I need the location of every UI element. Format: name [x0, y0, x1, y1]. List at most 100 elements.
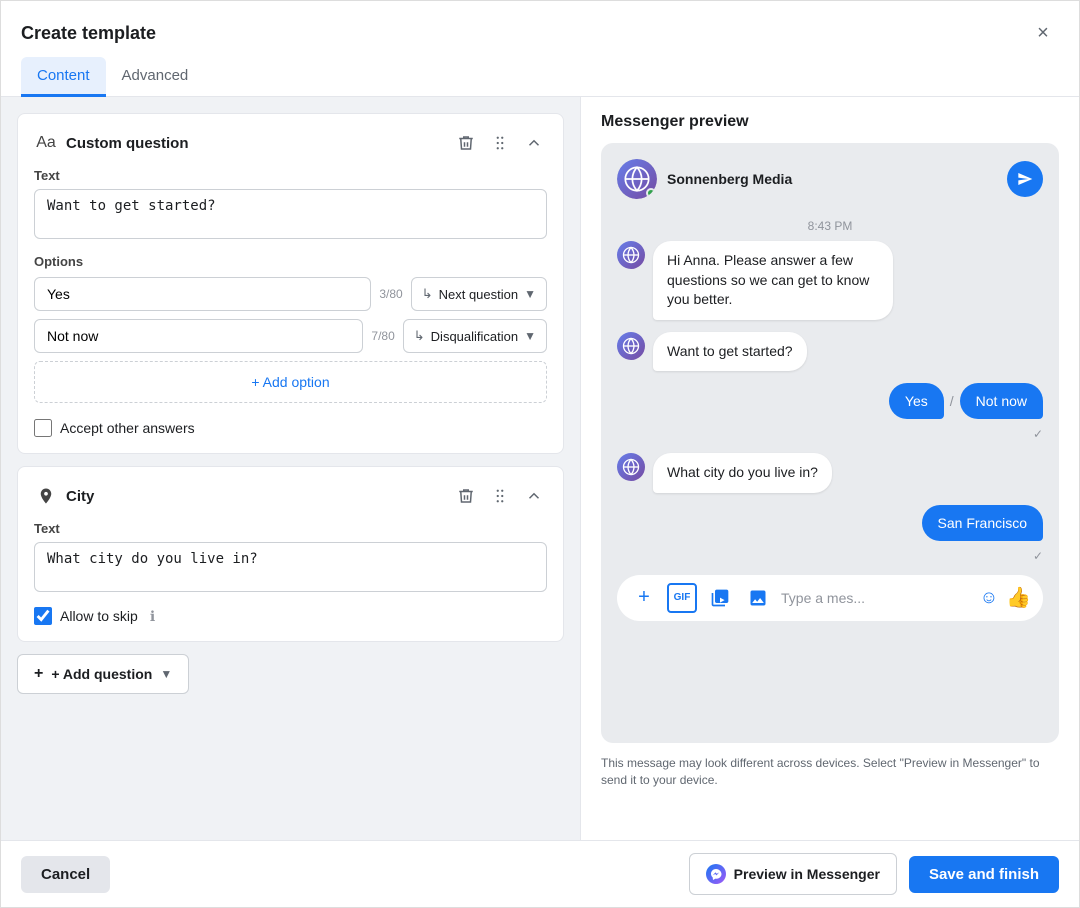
close-button[interactable]: × — [1027, 17, 1059, 49]
tab-advanced[interactable]: Advanced — [106, 57, 205, 97]
yes-bubble[interactable]: Yes — [889, 383, 944, 419]
trash-icon-city — [457, 487, 475, 505]
photo-icon — [748, 588, 768, 608]
allow-skip-checkbox[interactable] — [34, 607, 52, 625]
drag-city-question-button[interactable] — [487, 483, 513, 509]
right-panel: Messenger preview Sonnenberg Media — [581, 97, 1079, 840]
city-question-text-input[interactable] — [34, 542, 547, 592]
reply-options-group: Yes / Not now ✓ — [617, 383, 1043, 441]
char-count-yes: 3/80 — [379, 287, 402, 301]
delivered-icon-2: ✓ — [1033, 549, 1043, 563]
option-action-label-not-now: Disqualification — [431, 329, 518, 344]
accept-other-label: Accept other answers — [60, 420, 195, 436]
custom-question-card: Aa Custom question Text — [17, 113, 564, 454]
delivered-icon: ✓ — [1033, 427, 1043, 441]
preview-messenger-button[interactable]: Preview in Messenger — [689, 853, 897, 895]
messenger-container: Sonnenberg Media 8:43 PM Hi Anna. Please… — [601, 143, 1059, 743]
greeting-bubble: Hi Anna. Please answer a few questions s… — [653, 241, 893, 320]
allow-skip-row: Allow to skip ℹ — [34, 607, 547, 625]
plus-icon: + — [34, 665, 43, 683]
info-icon: ℹ — [150, 608, 155, 625]
san-francisco-bubble[interactable]: San Francisco — [922, 505, 1043, 541]
chevron-up-icon — [525, 134, 543, 152]
dropdown-arrow-add: ▼ — [160, 667, 172, 681]
modal-title: Create template — [21, 23, 156, 44]
option-action-yes[interactable]: ↳ Next question ▼ — [411, 277, 547, 311]
chevron-up-icon-city — [525, 487, 543, 505]
add-question-label: + Add question — [51, 666, 152, 682]
messenger-input-bar: + GIF Type a mes... ☺ 👍 — [617, 575, 1043, 621]
yes-not-now-row: Yes / Not now — [889, 383, 1043, 419]
city-text-field-label: Text — [34, 521, 547, 536]
dropdown-arrow-yes: ▼ — [524, 287, 536, 301]
send-icon — [1017, 171, 1033, 187]
custom-question-header: Aa Custom question — [34, 130, 547, 156]
save-finish-button[interactable]: Save and finish — [909, 856, 1059, 893]
add-question-button[interactable]: + + Add question ▼ — [17, 654, 189, 694]
globe-icon-sm3 — [622, 458, 640, 476]
page-name: Sonnenberg Media — [667, 171, 792, 187]
modal-footer: Cancel Preview in Messenger Save and fin… — [1, 840, 1079, 907]
allow-skip-label: Allow to skip — [60, 608, 138, 624]
online-indicator — [646, 188, 656, 198]
type-input-placeholder[interactable]: Type a mes... — [781, 590, 972, 606]
gif-button[interactable]: GIF — [667, 583, 697, 613]
collapse-city-question-button[interactable] — [521, 483, 547, 509]
messenger-header: Sonnenberg Media — [617, 159, 1043, 207]
question-text-input[interactable] — [34, 189, 547, 239]
left-panel: Aa Custom question Text — [1, 97, 581, 840]
accept-other-checkbox[interactable] — [34, 419, 52, 437]
san-francisco-group: San Francisco ✓ — [617, 505, 1043, 563]
option-action-not-now[interactable]: ↳ Disqualification ▼ — [403, 319, 547, 353]
preview-messenger-label: Preview in Messenger — [734, 866, 880, 882]
accept-other-row: Accept other answers — [34, 419, 547, 437]
content-area: Aa Custom question Text — [1, 97, 1079, 840]
footer-right: Preview in Messenger Save and finish — [689, 853, 1059, 895]
drag-icon-city — [491, 487, 509, 505]
sticker-icon — [710, 588, 730, 608]
text-size-icon: Aa — [34, 131, 58, 155]
collapse-custom-question-button[interactable] — [521, 130, 547, 156]
message-greeting: Hi Anna. Please answer a few questions s… — [617, 241, 1043, 320]
send-button[interactable] — [1007, 161, 1043, 197]
preview-title: Messenger preview — [601, 113, 1059, 131]
card-actions — [453, 130, 547, 156]
option-row-not-now: 7/80 ↳ Disqualification ▼ — [34, 319, 547, 353]
option-row-yes: 3/80 ↳ Next question ▼ — [34, 277, 547, 311]
options-label: Options — [34, 254, 547, 269]
messenger-logo-icon — [706, 864, 726, 884]
photo-button[interactable] — [743, 583, 773, 613]
question1-bubble: Want to get started? — [653, 332, 807, 372]
bot-avatar-q1 — [617, 332, 645, 360]
goto-icon-not-now: ↳ — [414, 328, 425, 344]
drag-icon — [491, 134, 509, 152]
add-option-button[interactable]: + Add option — [34, 361, 547, 403]
delete-city-question-button[interactable] — [453, 483, 479, 509]
location-icon — [34, 484, 58, 508]
delete-custom-question-button[interactable] — [453, 130, 479, 156]
text-field-label: Text — [34, 168, 547, 183]
tab-content[interactable]: Content — [21, 57, 106, 97]
globe-icon-sm2 — [622, 337, 640, 355]
option-action-label-yes: Next question — [439, 287, 519, 302]
goto-icon-yes: ↳ — [422, 286, 433, 302]
page-info: Sonnenberg Media — [617, 159, 792, 199]
add-action-button[interactable]: + — [629, 583, 659, 613]
bot-avatar-q2 — [617, 453, 645, 481]
preview-note: This message may look different across d… — [601, 755, 1059, 789]
city-card-actions — [453, 483, 547, 509]
emoji-button[interactable]: ☺ — [980, 587, 998, 608]
modal-header: Create template × — [1, 1, 1079, 49]
not-now-bubble[interactable]: Not now — [960, 383, 1043, 419]
message-timestamp: 8:43 PM — [617, 219, 1043, 233]
like-button[interactable]: 👍 — [1006, 585, 1031, 610]
city-question-title: City — [66, 488, 453, 505]
message-question1: Want to get started? — [617, 332, 1043, 372]
flag-button[interactable] — [705, 583, 735, 613]
question2-bubble: What city do you live in? — [653, 453, 832, 493]
cancel-button[interactable]: Cancel — [21, 856, 110, 893]
drag-custom-question-button[interactable] — [487, 130, 513, 156]
city-question-card: City Text — [17, 466, 564, 642]
option-input-yes[interactable] — [34, 277, 371, 311]
option-input-not-now[interactable] — [34, 319, 363, 353]
